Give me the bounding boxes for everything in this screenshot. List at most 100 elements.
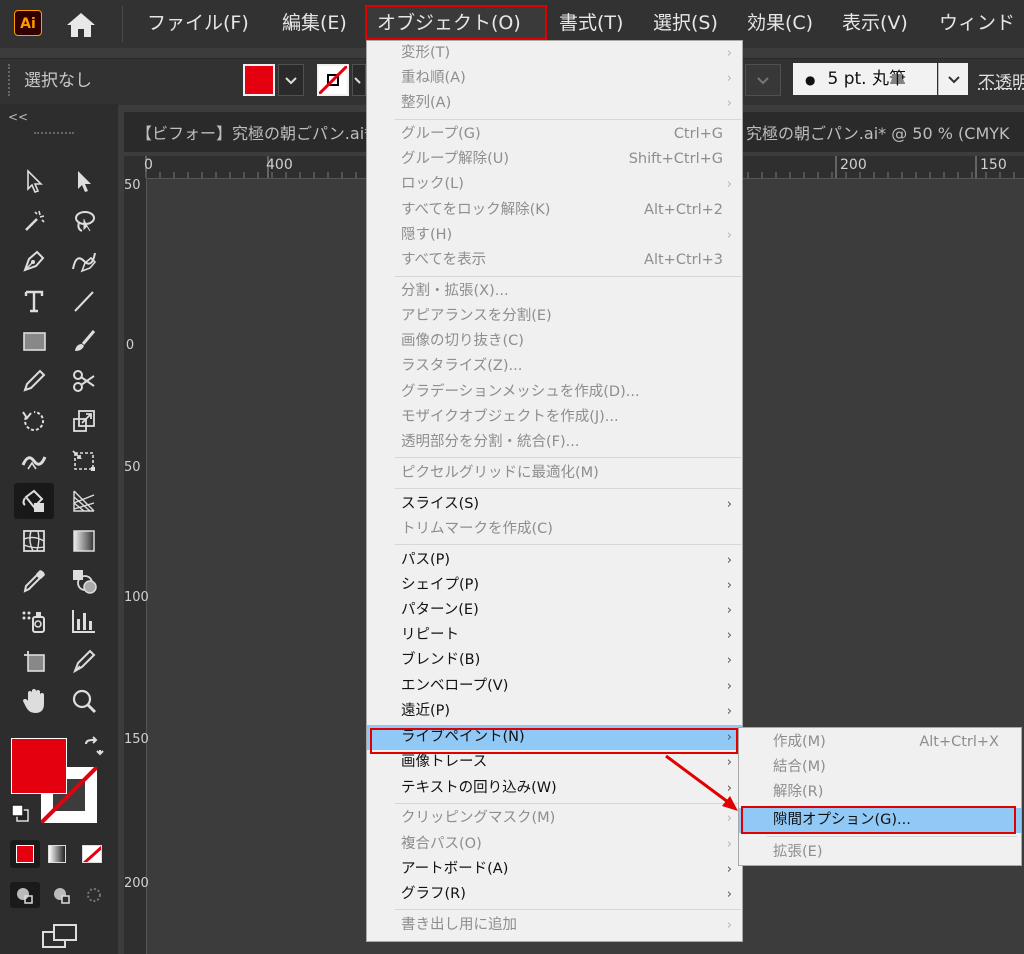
- menu-item[interactable]: パス(P) ›: [367, 548, 742, 573]
- menu-item[interactable]: すべてを表示 Alt+Ctrl+3: [367, 248, 742, 273]
- menu-item[interactable]: アピアランスを分割(E): [367, 304, 742, 329]
- menu-item-label: 変形(T): [401, 45, 451, 61]
- menu-item[interactable]: ピクセルグリッドに最適化(M): [367, 461, 742, 486]
- menu-item-label: グループ解除(U): [401, 151, 510, 167]
- menu-separator: [395, 119, 741, 120]
- menu-item-label: ロック(L): [401, 176, 464, 192]
- menu-separator: [395, 544, 741, 545]
- menu-item[interactable]: クリッピングマスク(M) ›: [367, 806, 742, 831]
- submenu-arrow-icon: ›: [726, 553, 732, 568]
- submenu-arrow-icon: ›: [726, 228, 732, 243]
- menu-item[interactable]: グループ解除(U) Shift+Ctrl+G: [367, 147, 742, 172]
- submenu-arrow-icon: ›: [726, 603, 732, 618]
- menu-item[interactable]: 重ね順(A) ›: [367, 66, 742, 91]
- submenu-arrow-icon: ›: [726, 46, 732, 61]
- menu-item[interactable]: 整列(A) ›: [367, 91, 742, 116]
- menu-item[interactable]: 複合パス(O) ›: [367, 832, 742, 857]
- menu-item[interactable]: グラデーションメッシュを作成(D)...: [367, 380, 742, 405]
- menu-item[interactable]: モザイクオブジェクトを作成(J)...: [367, 405, 742, 430]
- submenu-arrow-icon: ›: [726, 811, 732, 826]
- menu-item[interactable]: 遠近(P) ›: [367, 699, 742, 724]
- menu-item[interactable]: スライス(S) ›: [367, 492, 742, 517]
- menu-item-label: エンベロープ(V): [401, 678, 509, 694]
- menu-item-label: ブレンド(B): [401, 652, 481, 668]
- menu-item[interactable]: 分割・拡張(X)...: [367, 279, 742, 304]
- menu-item[interactable]: リピート ›: [367, 623, 742, 648]
- menu-separator: [395, 488, 741, 489]
- submenu-arrow-icon: ›: [726, 96, 732, 111]
- submenu-item-label: 作成(M): [773, 734, 826, 750]
- menu-item[interactable]: グループ(G) Ctrl+G: [367, 122, 742, 147]
- menu-separator: [395, 803, 741, 804]
- menu-item[interactable]: トリムマークを作成(C): [367, 517, 742, 542]
- menu-item-label: 遠近(P): [401, 703, 451, 719]
- submenu-item[interactable]: 拡張(E): [739, 840, 1021, 865]
- menu-item[interactable]: パターン(E) ›: [367, 598, 742, 623]
- menu-item-label: すべてをロック解除(K): [401, 202, 551, 218]
- menu-item-label: ピクセルグリッドに最適化(M): [401, 465, 599, 481]
- menu-item-label: 透明部分を分割・統合(F)...: [401, 434, 580, 450]
- menu-item[interactable]: すべてをロック解除(K) Alt+Ctrl+2: [367, 198, 742, 223]
- submenu-item-label: 結合(M): [773, 759, 826, 775]
- menu-item[interactable]: エンベロープ(V) ›: [367, 674, 742, 699]
- submenu-arrow-icon: ›: [726, 497, 732, 512]
- menu-item[interactable]: 隠す(H) ›: [367, 223, 742, 248]
- menu-item-label: 書き出し用に追加: [401, 917, 517, 933]
- menu-item-label: アートボード(A): [401, 861, 509, 877]
- menu-item[interactable]: 書き出し用に追加 ›: [367, 913, 742, 938]
- menu-item-shortcut: Ctrl+G: [673, 126, 723, 142]
- submenu-arrow-icon: ›: [726, 781, 732, 796]
- menu-item[interactable]: ラスタライズ(Z)...: [367, 354, 742, 379]
- submenu-item-label: 解除(R): [773, 784, 824, 800]
- menu-item[interactable]: シェイプ(P) ›: [367, 573, 742, 598]
- submenu-arrow-icon: ›: [726, 71, 732, 86]
- menu-item-label: 分割・拡張(X)...: [401, 283, 509, 299]
- menu-item-label: 画像の切り抜き(C): [401, 333, 524, 349]
- menu-item-label: 複合パス(O): [401, 836, 482, 852]
- menu-item-shortcut: Alt+Ctrl+2: [644, 202, 723, 218]
- submenu-arrow-icon: ›: [726, 837, 732, 852]
- menu-item-label: すべてを表示: [401, 252, 487, 268]
- menu-item-shortcut: Alt+Ctrl+3: [644, 252, 723, 268]
- submenu-arrow-icon: ›: [726, 862, 732, 877]
- submenu-arrow-icon: ›: [726, 177, 732, 192]
- submenu-item[interactable]: 作成(M) Alt+Ctrl+X: [739, 730, 1021, 755]
- object-menu-items: 変形(T) › 重ね順(A) › 整列(A) › グループ(G) Ctrl+G グループ解除(U…: [367, 41, 742, 941]
- submenu-arrow-icon: ›: [726, 887, 732, 902]
- menu-item[interactable]: ロック(L) ›: [367, 172, 742, 197]
- submenu-arrow-icon: ›: [726, 704, 732, 719]
- menu-item-label: クリッピングマスク(M): [401, 810, 556, 826]
- menu-item-label: モザイクオブジェクトを作成(J)...: [401, 409, 619, 425]
- submenu-item-shortcut: Alt+Ctrl+X: [919, 734, 999, 750]
- submenu-arrow-icon: ›: [726, 628, 732, 643]
- submenu-item[interactable]: 解除(R): [739, 780, 1021, 805]
- menu-item-label: トリムマークを作成(C): [401, 521, 553, 537]
- submenu-item[interactable]: 結合(M): [739, 755, 1021, 780]
- submenu-arrow-icon: ›: [726, 679, 732, 694]
- menu-item-label: テキストの回り込み(W): [401, 780, 557, 796]
- menu-item[interactable]: テキストの回り込み(W) ›: [367, 776, 742, 801]
- menu-separator: [395, 457, 741, 458]
- menu-item[interactable]: 画像の切り抜き(C): [367, 329, 742, 354]
- menu-item[interactable]: ブレンド(B) ›: [367, 648, 742, 673]
- menu-item-label: グラデーションメッシュを作成(D)...: [401, 384, 640, 400]
- menu-item-label: 隠す(H): [401, 227, 453, 243]
- menu-item-shortcut: Shift+Ctrl+G: [628, 151, 723, 167]
- gap-options-highlight-box: [741, 806, 1016, 834]
- menu-item-label: 整列(A): [401, 95, 452, 111]
- menu-item-label: ラスタライズ(Z)...: [401, 358, 523, 374]
- submenu-arrow-icon: ›: [726, 653, 732, 668]
- menu-item-label: スライス(S): [401, 496, 480, 512]
- menu-item[interactable]: 透明部分を分割・統合(F)...: [367, 430, 742, 455]
- menu-item-label: パターン(E): [401, 602, 479, 618]
- live-paint-highlight-box: [370, 728, 738, 754]
- menu-item-label: シェイプ(P): [401, 577, 480, 593]
- menu-item[interactable]: グラフ(R) ›: [367, 882, 742, 907]
- menu-item-label: アピアランスを分割(E): [401, 308, 552, 324]
- menu-separator: [767, 836, 1017, 837]
- menu-item-label: パス(P): [401, 552, 451, 568]
- menu-separator: [395, 909, 741, 910]
- menu-item[interactable]: 変形(T) ›: [367, 41, 742, 66]
- menu-item-label: 重ね順(A): [401, 70, 466, 86]
- menu-item[interactable]: アートボード(A) ›: [367, 857, 742, 882]
